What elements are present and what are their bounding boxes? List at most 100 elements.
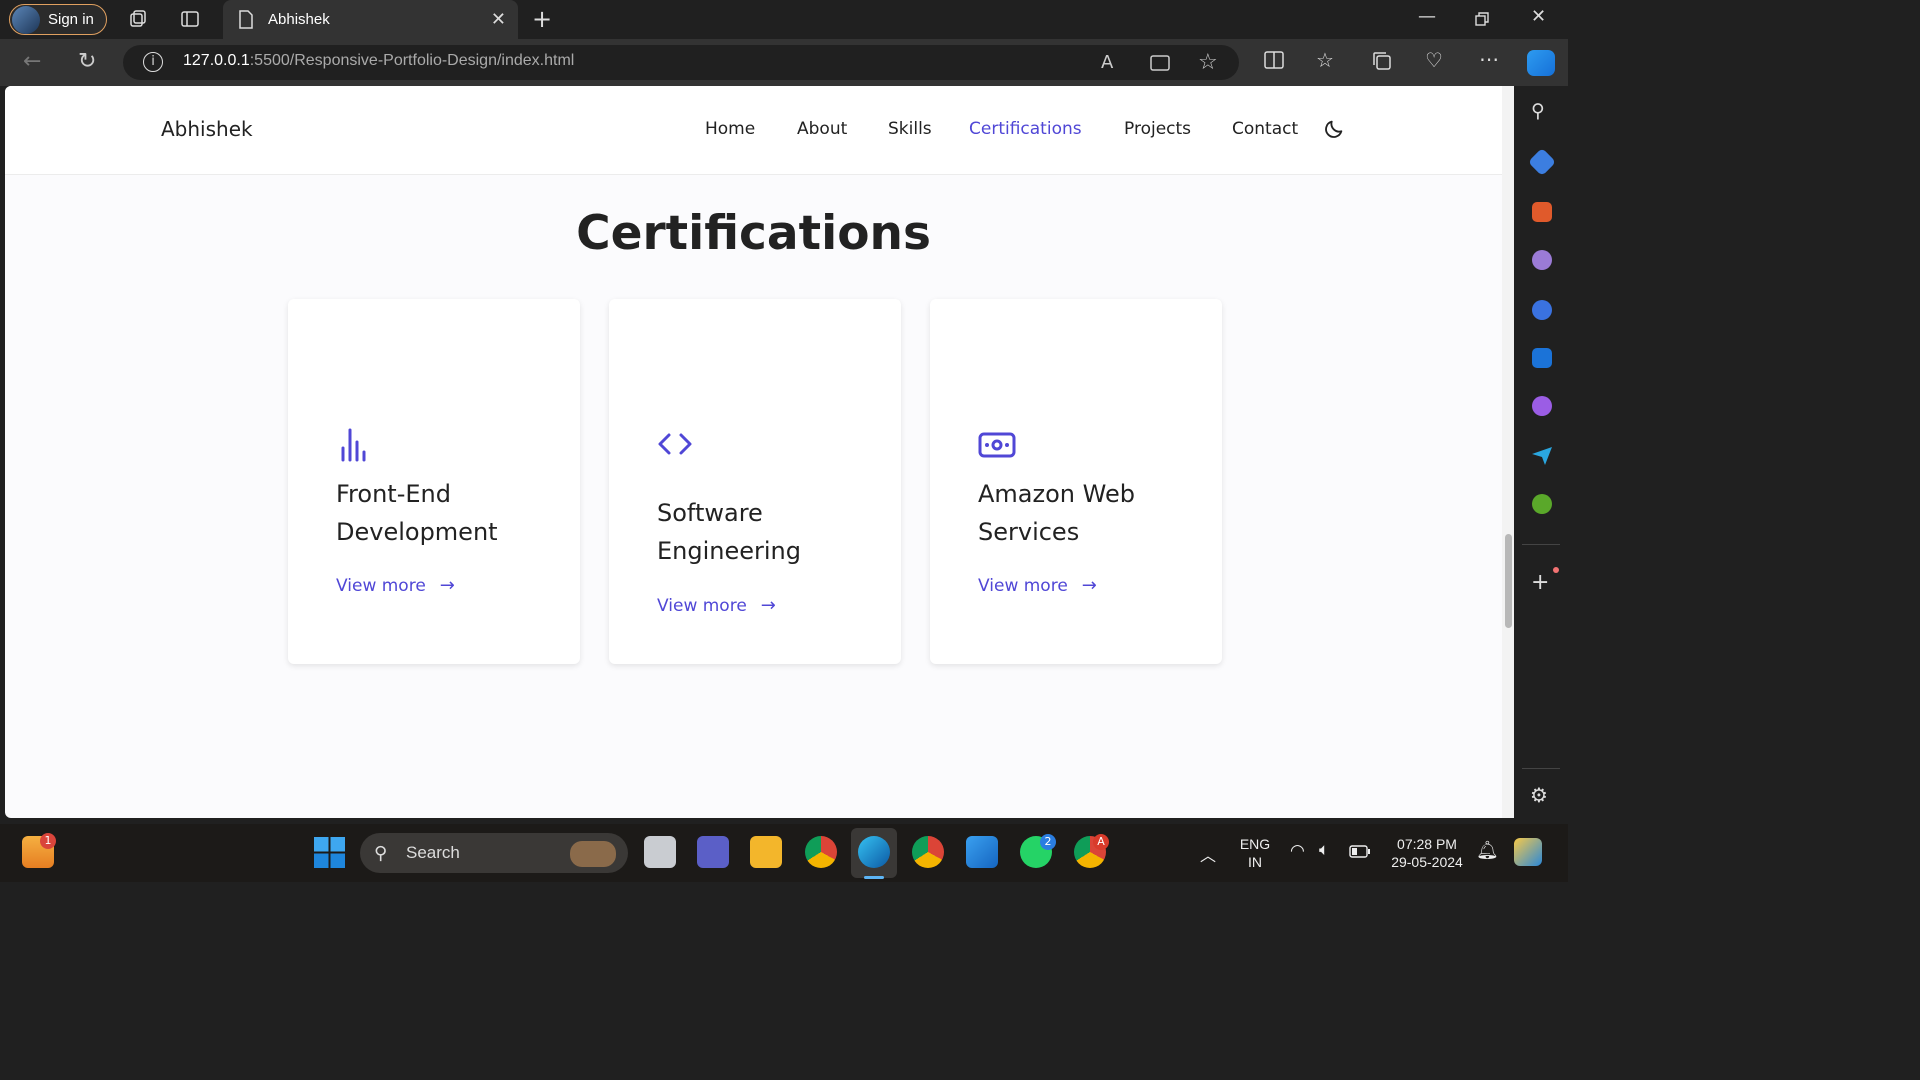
file-explorer-icon[interactable] [750,836,782,868]
page-scrollbar[interactable] [1502,86,1514,818]
profile-avatar [12,5,40,34]
notifications-bell-icon[interactable]: 🔔︎ [1476,840,1499,861]
new-tab-icon[interactable]: + [532,5,552,33]
browser-title-bar: Sign in Abhishek ✕ + — ✕ [0,0,1568,39]
edge-icon[interactable] [858,836,890,868]
search-icon[interactable]: ⚲ [1531,100,1545,122]
section-title: Certifications [576,206,931,261]
certification-card: Amazon Web Services View more → [930,299,1222,664]
certification-card: Front-End Development View more → [288,299,580,664]
active-app-indicator [864,876,884,879]
url-text[interactable]: 127.0.0.1:5500/Responsive-Portfolio-Desi… [183,52,574,70]
nav-contact[interactable]: Contact [1232,119,1298,139]
favorites-icon[interactable]: ☆ [1316,48,1334,72]
language-line-2: IN [1248,854,1262,870]
edge-sidebar: ⚲ + ⚙ [1514,86,1568,824]
language-indicator[interactable]: ENG IN [1238,835,1272,871]
copilot-pre-icon[interactable] [1514,838,1542,866]
favorite-star-icon[interactable]: ☆ [1198,50,1218,75]
close-window-icon[interactable]: ✕ [1531,6,1546,27]
view-more-label: View more [978,575,1068,596]
certification-card: Software Engineering View more → [609,299,901,664]
add-sidebar-app-icon[interactable]: + [1531,570,1549,595]
nav-about[interactable]: About [797,119,847,139]
card-title: Amazon Web Services [978,480,1135,546]
vscode-icon[interactable] [966,836,998,868]
tools-icon[interactable] [1532,202,1552,222]
immersive-reader-icon[interactable] [1149,53,1171,73]
theme-toggle-moon-icon[interactable] [1323,118,1345,140]
browser-tab[interactable]: Abhishek ✕ [223,0,518,39]
page-icon [239,10,253,29]
taskbar-search[interactable]: ⚲ Search [360,833,628,873]
workspaces-icon[interactable] [128,9,148,29]
sign-in-button[interactable]: Sign in [9,4,107,35]
games-icon[interactable] [1532,250,1552,270]
tab-actions-icon[interactable] [180,9,200,29]
outlook-icon[interactable] [1532,348,1552,368]
more-options-icon[interactable]: ⋯ [1479,47,1499,71]
chrome-icon[interactable] [805,836,837,868]
copilot-icon[interactable] [1527,50,1555,76]
browser-essentials-icon[interactable]: ♡ [1425,48,1443,72]
chrome-profile-icon[interactable] [912,836,944,868]
widgets-badge: 1 [40,833,56,849]
page-viewport: Abhishek Home About Skills Certification… [5,86,1514,818]
send-icon[interactable] [1531,446,1553,466]
sidebar-divider [1522,544,1560,545]
windows-taskbar: 1 ⚲ Search 2 A ︿ ENG IN ◠ 🔈︎ 07:28 PM 29-0… [0,824,1568,882]
minimize-icon[interactable]: — [1418,6,1436,27]
whatsapp-badge: 2 [1040,834,1056,850]
arrow-right-icon: → [439,575,455,596]
nav-certifications[interactable]: Certifications [969,119,1082,139]
microsoft-365-icon[interactable] [1532,300,1552,320]
arrow-right-icon: → [760,595,776,616]
wifi-icon[interactable]: ◠ [1290,841,1305,861]
chrome-profile-badge: A [1093,834,1109,850]
notification-dot [1553,567,1559,573]
split-screen-icon[interactable] [1263,49,1285,71]
scrollbar-thumb[interactable] [1505,534,1512,628]
show-hidden-icons-chevron-up-icon[interactable]: ︿ [1200,842,1216,866]
designer-icon[interactable] [1532,396,1552,416]
card-title: Software Engineering [657,499,801,565]
sidebar-divider-bottom [1522,768,1560,769]
refresh-icon[interactable]: ↻ [78,49,96,74]
tab-title: Abhishek [268,11,330,28]
language-line-1: ENG [1239,836,1271,852]
clock[interactable]: 07:28 PM 29-05-2024 [1384,835,1470,871]
back-icon[interactable]: ← [23,49,41,74]
sign-in-label: Sign in [48,11,94,28]
restore-icon[interactable] [1474,11,1490,27]
task-view-icon[interactable] [644,836,676,868]
teams-icon[interactable] [697,836,729,868]
search-icon: ⚲ [374,843,388,864]
taskbar-search-label: Search [406,843,460,862]
collections-icon[interactable] [1371,50,1393,72]
view-more-link[interactable]: View more → [336,575,455,596]
tree-icon[interactable] [1532,494,1552,514]
arrow-right-icon: → [1081,575,1097,596]
view-more-label: View more [336,575,426,596]
nav-skills[interactable]: Skills [888,119,932,139]
read-aloud-icon[interactable]: A [1101,52,1113,73]
address-bar[interactable]: i 127.0.0.1:5500/Responsive-Portfolio-De… [123,45,1239,80]
card-title: Front-End Development [336,480,498,546]
site-logo[interactable]: Abhishek [161,117,253,141]
sidebar-settings-icon[interactable]: ⚙ [1530,783,1548,807]
clock-time: 07:28 PM [1397,836,1457,852]
view-more-link[interactable]: View more → [657,595,776,616]
clock-date: 29-05-2024 [1391,854,1463,870]
nav-home[interactable]: Home [705,119,755,139]
shopping-tag-icon[interactable] [1527,147,1557,177]
bar-chart-icon [341,428,366,462]
browser-toolbar: ← ↻ i 127.0.0.1:5500/Responsive-Portfoli… [0,39,1568,86]
money-icon [978,432,1016,458]
close-tab-icon[interactable]: ✕ [491,9,506,30]
view-more-link[interactable]: View more → [978,575,1097,596]
nav-projects[interactable]: Projects [1124,119,1191,139]
volume-icon[interactable]: 🔈︎ [1319,840,1329,860]
site-info-icon[interactable]: i [143,52,163,72]
battery-icon[interactable] [1349,845,1371,858]
windows-start-icon[interactable] [314,837,345,868]
